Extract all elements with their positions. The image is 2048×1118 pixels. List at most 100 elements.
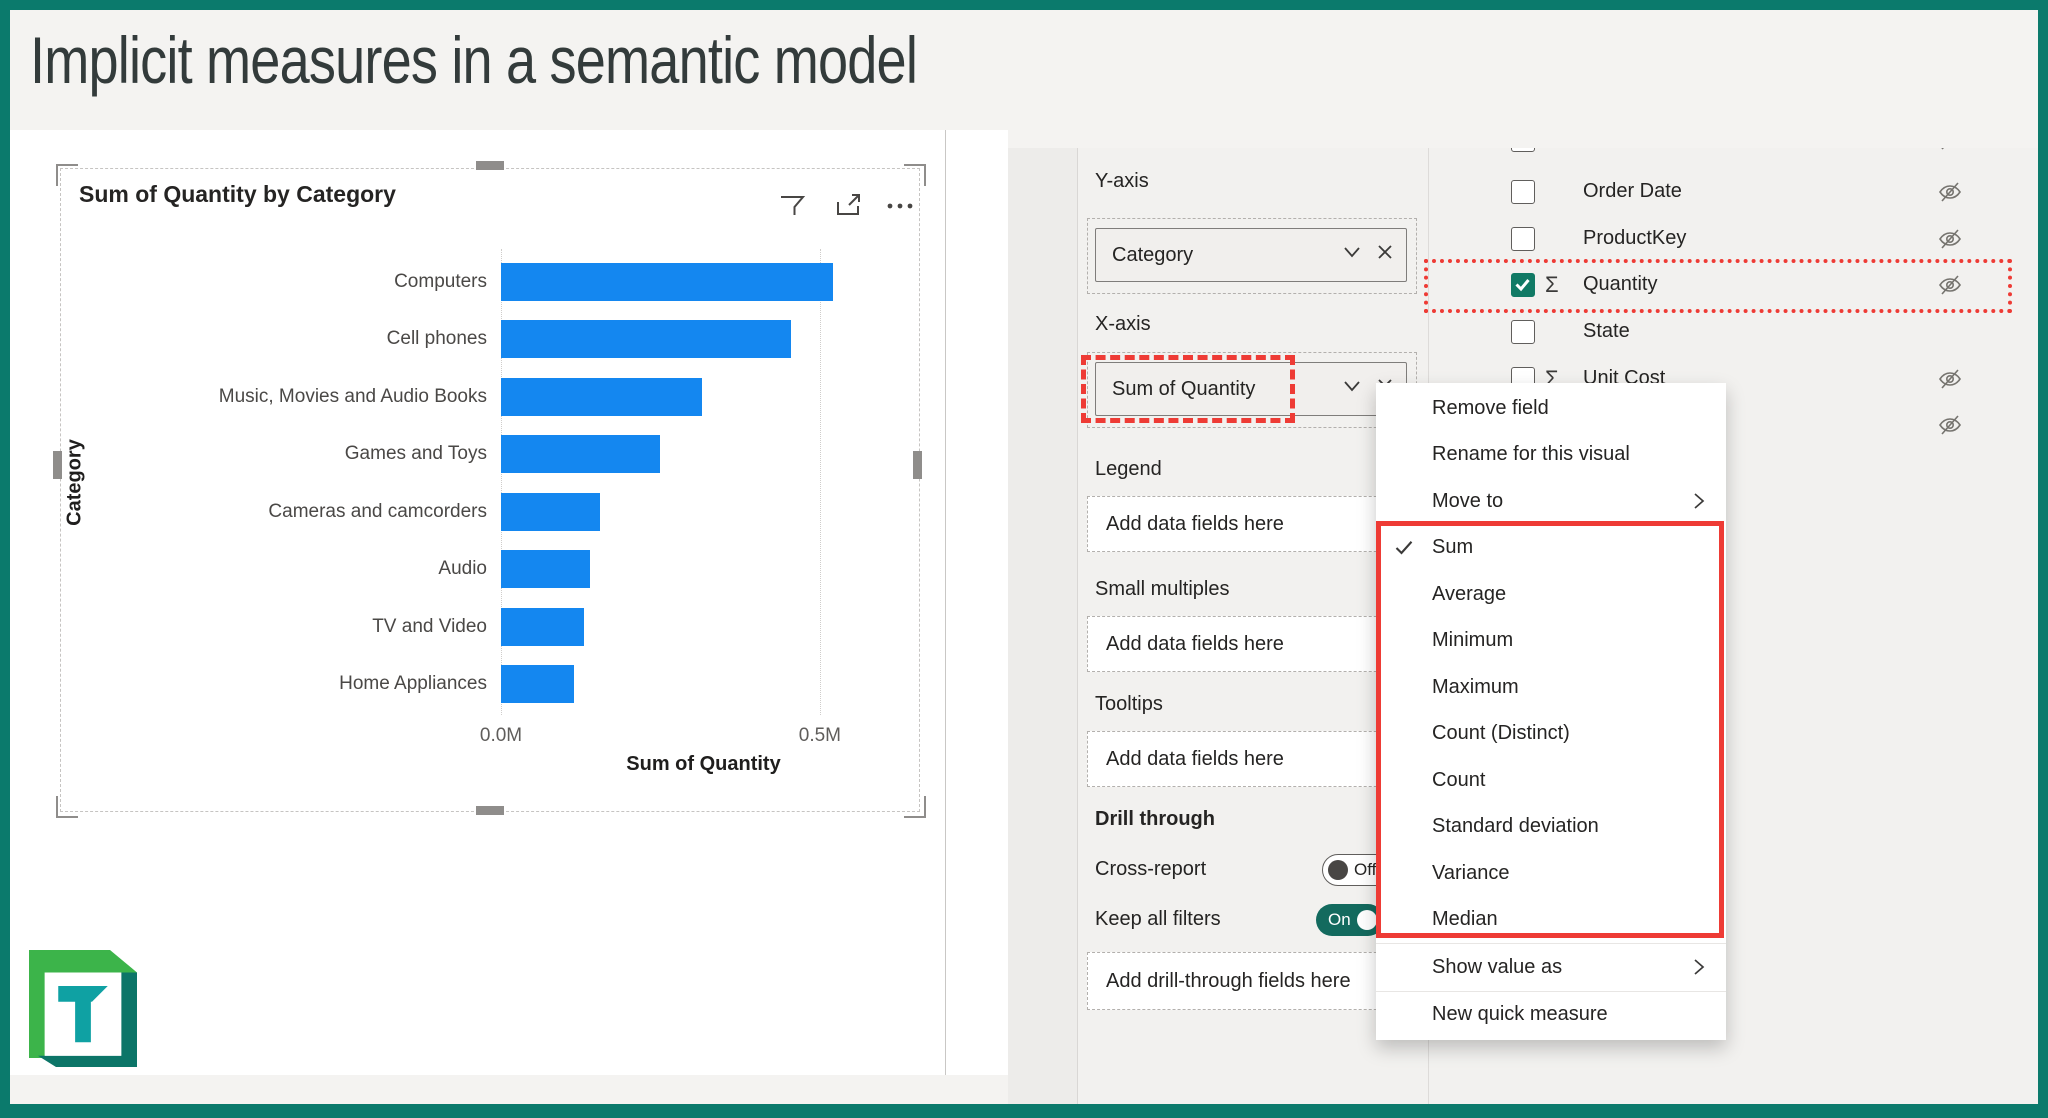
chevron-down-icon[interactable]	[1342, 242, 1362, 268]
chevron-right-icon	[1690, 492, 1708, 510]
field-row-productkey[interactable]: ProductKey	[1429, 216, 2038, 263]
chart-plot-area: Computers Cell phones Music, Movies and Au…	[81, 253, 906, 713]
bar-music-movies-and-audio-books[interactable]	[501, 378, 702, 416]
bar-home-appliances[interactable]	[501, 665, 574, 703]
cross-report-label: Cross-report	[1095, 858, 1206, 881]
selection-corner-tl[interactable]	[56, 164, 78, 186]
menu-item-label: Rename for this visual	[1432, 443, 1630, 466]
category-label-tv-and-video: TV and Video	[81, 616, 501, 638]
eye-off-icon[interactable]	[1937, 226, 1963, 252]
resize-handle-left[interactable]	[53, 451, 62, 479]
field-row-order-date[interactable]: Order Date	[1429, 169, 2038, 216]
canvas-divider	[945, 130, 946, 1075]
selection-corner-tr[interactable]	[904, 164, 926, 186]
bar-area	[501, 483, 906, 541]
chart-row: Computers	[81, 253, 906, 311]
field-checkbox[interactable]	[1511, 320, 1535, 344]
category-label-games-and-toys: Games and Toys	[81, 443, 501, 465]
bar-games-and-toys[interactable]	[501, 435, 660, 473]
visual-title: Sum of Quantity by Category	[79, 181, 396, 208]
category-label-home-appliances: Home Appliances	[81, 673, 501, 695]
more-options-icon[interactable]	[883, 189, 917, 223]
menu-item-remove-field[interactable]: Remove field	[1376, 385, 1726, 432]
bar-computers[interactable]	[501, 263, 833, 301]
eye-off-icon[interactable]	[1937, 148, 1963, 153]
small-multiples-well[interactable]: Add data fields here	[1087, 616, 1417, 672]
field-checkbox[interactable]	[1511, 180, 1535, 204]
field-checkbox[interactable]	[1511, 227, 1535, 251]
toggle-knob	[1328, 860, 1348, 880]
small-multiples-label: Small multiples	[1095, 578, 1229, 601]
field-name: Order Date	[1583, 180, 1682, 203]
keep-all-filters-toggle[interactable]: On	[1316, 904, 1384, 936]
x-tick-label: 0.5M	[799, 725, 841, 747]
eye-off-icon[interactable]	[1937, 366, 1963, 392]
chart-row: Home Appliances	[81, 656, 906, 714]
chart-row: TV and Video	[81, 598, 906, 656]
legend-well[interactable]: Add data fields here	[1087, 496, 1417, 552]
field-checkbox[interactable]	[1511, 148, 1535, 152]
remove-field-x-icon[interactable]	[1376, 243, 1394, 267]
field-name: Net Price	[1583, 148, 1665, 151]
tooltips-label: Tooltips	[1095, 693, 1163, 716]
chevron-down-icon[interactable]	[1342, 376, 1362, 402]
menu-item-label: Move to	[1432, 490, 1503, 513]
chart-row: Cell phones	[81, 311, 906, 369]
chart-row: Music, Movies and Audio Books	[81, 368, 906, 426]
annotation-red-dashed-box	[1081, 355, 1295, 423]
focus-mode-icon[interactable]	[831, 189, 865, 223]
category-label-computers: Computers	[81, 271, 501, 293]
field-name: ProductKey	[1583, 227, 1686, 250]
resize-handle-top[interactable]	[476, 161, 504, 170]
menu-item-new-quick-measure[interactable]: New quick measure	[1376, 992, 1726, 1039]
legend-label: Legend	[1095, 458, 1162, 481]
y-axis-title: Category	[64, 333, 87, 633]
resize-handle-right[interactable]	[913, 451, 922, 479]
selection-corner-bl[interactable]	[56, 796, 78, 818]
annotation-red-solid-box	[1376, 521, 1724, 938]
x-axis-label: X-axis	[1095, 313, 1151, 336]
field-name: State	[1583, 320, 1630, 343]
bar-area	[501, 253, 906, 311]
eye-off-icon[interactable]	[1937, 412, 1963, 438]
eye-off-icon[interactable]	[1937, 179, 1963, 205]
menu-item-label: Show value as	[1432, 956, 1562, 979]
menu-item-label: New quick measure	[1432, 1003, 1608, 1026]
tooltips-well[interactable]: Add data fields here	[1087, 731, 1417, 787]
bar-audio[interactable]	[501, 550, 590, 588]
toggle-knob	[1357, 910, 1377, 930]
menu-item-move-to[interactable]: Move to	[1376, 478, 1726, 525]
bar-tv-and-video[interactable]	[501, 608, 584, 646]
bar-chart-visual[interactable]: Sum of Quantity by Category Computers Cel…	[60, 168, 920, 812]
menu-item-show-value-as[interactable]: Show value as	[1376, 944, 1726, 991]
keep-all-filters-label: Keep all filters	[1095, 908, 1221, 931]
chart-row: Audio	[81, 541, 906, 599]
bar-area	[501, 426, 906, 484]
category-label-music-movies-and-audio-books: Music, Movies and Audio Books	[81, 386, 501, 408]
y-axis-field-name: Category	[1112, 244, 1193, 267]
menu-item-rename-for-this-visual[interactable]: Rename for this visual	[1376, 432, 1726, 479]
bar-cameras-and-camcorders[interactable]	[501, 493, 600, 531]
bar-cell-phones[interactable]	[501, 320, 791, 358]
screenshot-frame: Implicit measures in a semantic model ΣN…	[0, 0, 2048, 1118]
category-label-audio: Audio	[81, 558, 501, 580]
chart-row: Cameras and camcorders	[81, 483, 906, 541]
filter-icon[interactable]	[775, 189, 809, 223]
bar-area	[501, 541, 906, 599]
selection-corner-br[interactable]	[904, 796, 926, 818]
toggle-state-label: Off	[1354, 860, 1376, 880]
y-axis-field-pill[interactable]: Category	[1095, 228, 1407, 282]
resize-handle-bottom[interactable]	[476, 806, 504, 815]
drill-through-label: Drill through	[1095, 808, 1215, 831]
field-row-net-price[interactable]: ΣNet Price	[1429, 148, 2038, 164]
toggle-state-label: On	[1328, 910, 1351, 930]
bar-area	[501, 656, 906, 714]
pane-gap	[1008, 148, 1077, 1104]
category-label-cameras-and-camcorders: Cameras and camcorders	[81, 501, 501, 523]
x-axis-title: Sum of Quantity	[501, 753, 906, 776]
bar-area	[501, 368, 906, 426]
drill-through-well[interactable]: Add drill-through fields here	[1087, 952, 1417, 1010]
field-row-state[interactable]: State	[1429, 309, 2038, 356]
chart-row: Games and Toys	[81, 426, 906, 484]
x-tick-label: 0.0M	[480, 725, 522, 747]
